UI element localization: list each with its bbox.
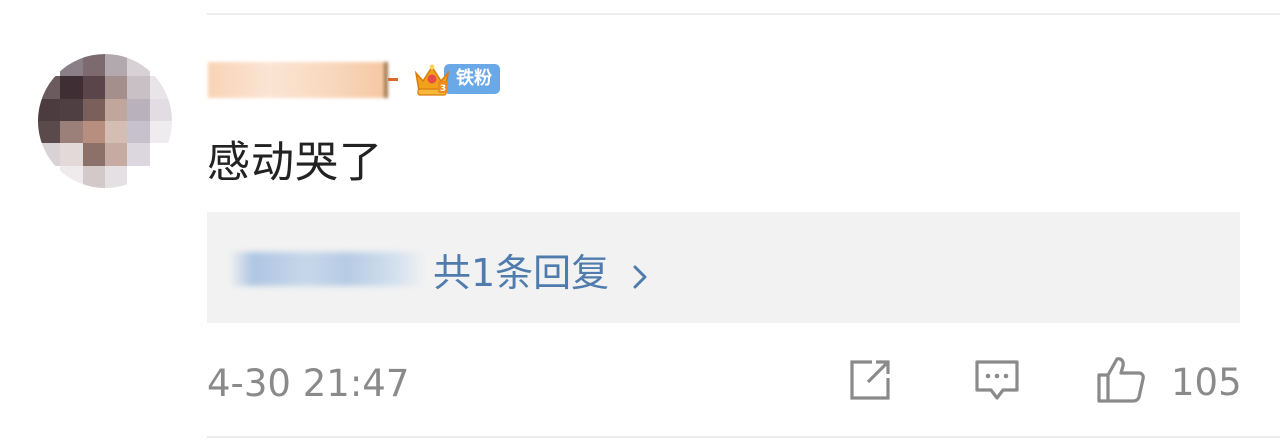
svg-text:3: 3	[440, 84, 446, 94]
badge-label: 铁粉	[444, 64, 500, 94]
comment-card: 3 铁粉 感动哭了 共1条回复 4-30 21:47 105	[0, 0, 1280, 442]
divider	[207, 13, 1280, 15]
username-blurred[interactable]	[208, 62, 388, 98]
comment-timestamp: 4-30 21:47	[207, 362, 410, 405]
thumbs-up-icon	[1095, 355, 1147, 409]
like-button[interactable]: 105	[1095, 357, 1242, 407]
comment-text: 感动哭了	[207, 138, 383, 188]
divider	[207, 436, 1280, 438]
avatar[interactable]	[38, 54, 172, 188]
chevron-right-icon	[631, 256, 649, 288]
username-separator	[388, 78, 398, 81]
crown-icon: 3	[412, 59, 452, 99]
replier-name-blurred	[229, 252, 425, 286]
avatar-mosaic	[38, 54, 172, 188]
reply-summary-box[interactable]: 共1条回复	[207, 212, 1240, 323]
like-count: 105	[1171, 360, 1242, 404]
share-button[interactable]	[846, 357, 894, 407]
reply-count-label: 共1条回复	[433, 251, 610, 295]
reply-button[interactable]	[973, 357, 1021, 407]
fan-badge[interactable]: 3 铁粉	[412, 60, 500, 98]
comment-icon	[973, 356, 1021, 408]
share-icon	[846, 356, 894, 408]
reply-count-link[interactable]: 共1条回复	[433, 242, 649, 297]
